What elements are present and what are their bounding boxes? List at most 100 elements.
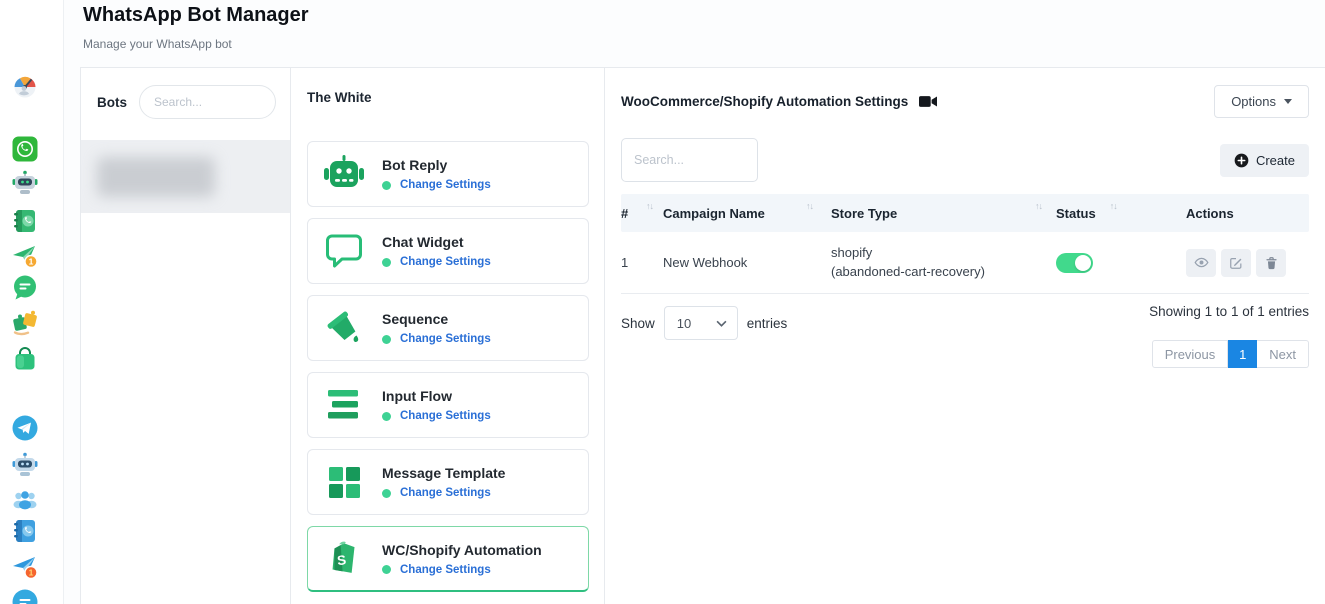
store-type-cell: shopify (abandoned-cart-recovery) — [831, 244, 1056, 280]
column-header-campaign-name[interactable]: Campaign Name ↑↓ — [663, 206, 831, 221]
show-label: Show — [621, 316, 655, 331]
change-settings-link[interactable]: Change Settings — [400, 256, 491, 268]
chat-widget-icon — [322, 229, 366, 273]
change-settings-link[interactable]: Change Settings — [400, 333, 491, 345]
previous-page-button[interactable]: Previous — [1152, 340, 1229, 368]
input-flow-icon — [322, 383, 366, 427]
chevron-down-icon — [716, 320, 727, 327]
content-panel: Bots The White — [80, 67, 1325, 604]
table-header-row: # ↑↓ Campaign Name ↑↓ Store Type ↑↓ Stat… — [621, 194, 1309, 232]
feature-card-title: Message Template — [382, 465, 505, 481]
shopify-icon: S — [322, 537, 366, 581]
whatsapp-broadcast-badge: 1 — [29, 257, 34, 267]
options-button[interactable]: Options — [1214, 85, 1309, 118]
feature-card-title: Chat Widget — [382, 234, 491, 250]
telegram-chat-icon[interactable] — [11, 588, 39, 604]
whatsapp-chat-icon[interactable] — [11, 273, 39, 301]
options-button-label: Options — [1231, 94, 1276, 109]
feature-card-sequence[interactable]: Sequence Change Settings — [307, 295, 589, 361]
feature-card-chat-widget[interactable]: Chat Widget Change Settings — [307, 218, 589, 284]
feature-card-bot-reply[interactable]: Bot Reply Change Settings — [307, 141, 589, 207]
telegram-broadcast-badge: 1 — [29, 568, 34, 578]
bot-reply-icon — [322, 152, 366, 196]
message-template-icon — [322, 460, 366, 504]
delete-button[interactable] — [1256, 249, 1286, 277]
whatsapp-broadcast-icon[interactable]: 1 — [11, 242, 39, 270]
feature-card-title: Input Flow — [382, 388, 491, 404]
column-header-status[interactable]: Status ↑↓ — [1056, 206, 1186, 221]
create-button-label: Create — [1256, 153, 1295, 168]
status-dot — [382, 258, 391, 267]
sort-icon[interactable]: ↑↓ — [1110, 201, 1117, 211]
entries-label: entries — [747, 316, 788, 331]
sort-icon[interactable]: ↑↓ — [646, 201, 653, 211]
sequence-icon — [322, 306, 366, 350]
automation-table: # ↑↓ Campaign Name ↑↓ Store Type ↑↓ Stat… — [621, 194, 1309, 294]
chevron-down-icon — [1284, 99, 1292, 104]
column-header-store-type[interactable]: Store Type ↑↓ — [831, 206, 1056, 221]
dashboard-icon[interactable] — [11, 73, 39, 101]
status-dot — [382, 412, 391, 421]
next-page-button[interactable]: Next — [1257, 340, 1309, 368]
eye-icon — [1194, 255, 1209, 270]
telegram-bot-icon[interactable] — [11, 450, 39, 478]
edit-icon — [1229, 256, 1243, 270]
sort-icon[interactable]: ↑↓ — [1035, 201, 1042, 211]
status-dot — [382, 335, 391, 344]
telegram-group-icon[interactable] — [11, 485, 39, 513]
table-footer: Show 10 entries Showing 1 to 1 of 1 entr… — [621, 304, 1309, 368]
status-dot — [382, 489, 391, 498]
store-icon[interactable] — [11, 345, 39, 373]
selected-bot-item[interactable] — [81, 140, 290, 213]
telegram-broadcast-icon[interactable]: 1 — [11, 553, 39, 581]
change-settings-link[interactable]: Change Settings — [400, 564, 491, 576]
app-icon-sidebar: 1 — [0, 0, 64, 604]
table-search-input[interactable] — [621, 138, 758, 182]
feature-card-title: Sequence — [382, 311, 491, 327]
feature-card-input-flow[interactable]: Input Flow Change Settings — [307, 372, 589, 438]
edit-button[interactable] — [1221, 249, 1251, 277]
campaign-name-cell: New Webhook — [663, 255, 831, 270]
trash-icon — [1265, 256, 1278, 270]
page-title: WhatsApp Bot Manager — [83, 4, 309, 27]
feature-card-title: Bot Reply — [382, 157, 491, 173]
section-title: WooCommerce/Shopify Automation Settings — [621, 94, 908, 109]
bot-name-redacted — [97, 157, 215, 197]
column-header-index[interactable]: # ↑↓ — [621, 206, 663, 221]
whatsapp-bot-icon[interactable] — [11, 168, 39, 196]
bots-panel: Bots — [81, 68, 291, 604]
page: WhatsApp Bot Manager Manage your WhatsAp… — [64, 0, 1325, 604]
features-panel: The White Bot Reply — [291, 68, 605, 604]
feature-card-title: WC/Shopify Automation — [382, 542, 542, 558]
bots-search-input[interactable] — [139, 85, 276, 119]
pagination: Previous 1 Next — [1152, 340, 1309, 368]
integration-icon[interactable] — [11, 308, 39, 336]
status-toggle[interactable] — [1056, 253, 1093, 273]
page-subtitle: Manage your WhatsApp bot — [83, 37, 232, 51]
feature-card-wc-shopify-automation[interactable]: S WC/Shopify Automation Change Settings — [307, 526, 589, 592]
features-panel-title: The White — [307, 90, 589, 105]
page-size-select[interactable]: 10 — [664, 306, 738, 340]
view-button[interactable] — [1186, 249, 1216, 277]
feature-card-message-template[interactable]: Message Template Change Settings — [307, 449, 589, 515]
plus-circle-icon — [1234, 153, 1249, 168]
row-index-cell: 1 — [621, 255, 663, 270]
sort-icon[interactable]: ↑↓ — [806, 201, 813, 211]
showing-entries-text: Showing 1 to 1 of 1 entries — [1149, 304, 1309, 319]
page-number-button[interactable]: 1 — [1228, 340, 1257, 368]
video-tutorial-icon[interactable] — [919, 95, 937, 108]
whatsapp-contacts-icon[interactable] — [11, 207, 39, 235]
create-button[interactable]: Create — [1220, 144, 1309, 177]
row-actions — [1186, 249, 1309, 277]
column-header-actions: Actions — [1186, 206, 1309, 221]
svg-text:S: S — [336, 552, 347, 568]
whatsapp-icon[interactable] — [11, 135, 39, 163]
change-settings-link[interactable]: Change Settings — [400, 487, 491, 499]
status-dot — [382, 181, 391, 190]
change-settings-link[interactable]: Change Settings — [400, 179, 491, 191]
automation-settings-panel: WooCommerce/Shopify Automation Settings … — [605, 68, 1325, 604]
telegram-icon[interactable] — [11, 414, 39, 442]
change-settings-link[interactable]: Change Settings — [400, 410, 491, 422]
status-dot — [382, 565, 391, 574]
telegram-contacts-icon[interactable] — [11, 517, 39, 545]
